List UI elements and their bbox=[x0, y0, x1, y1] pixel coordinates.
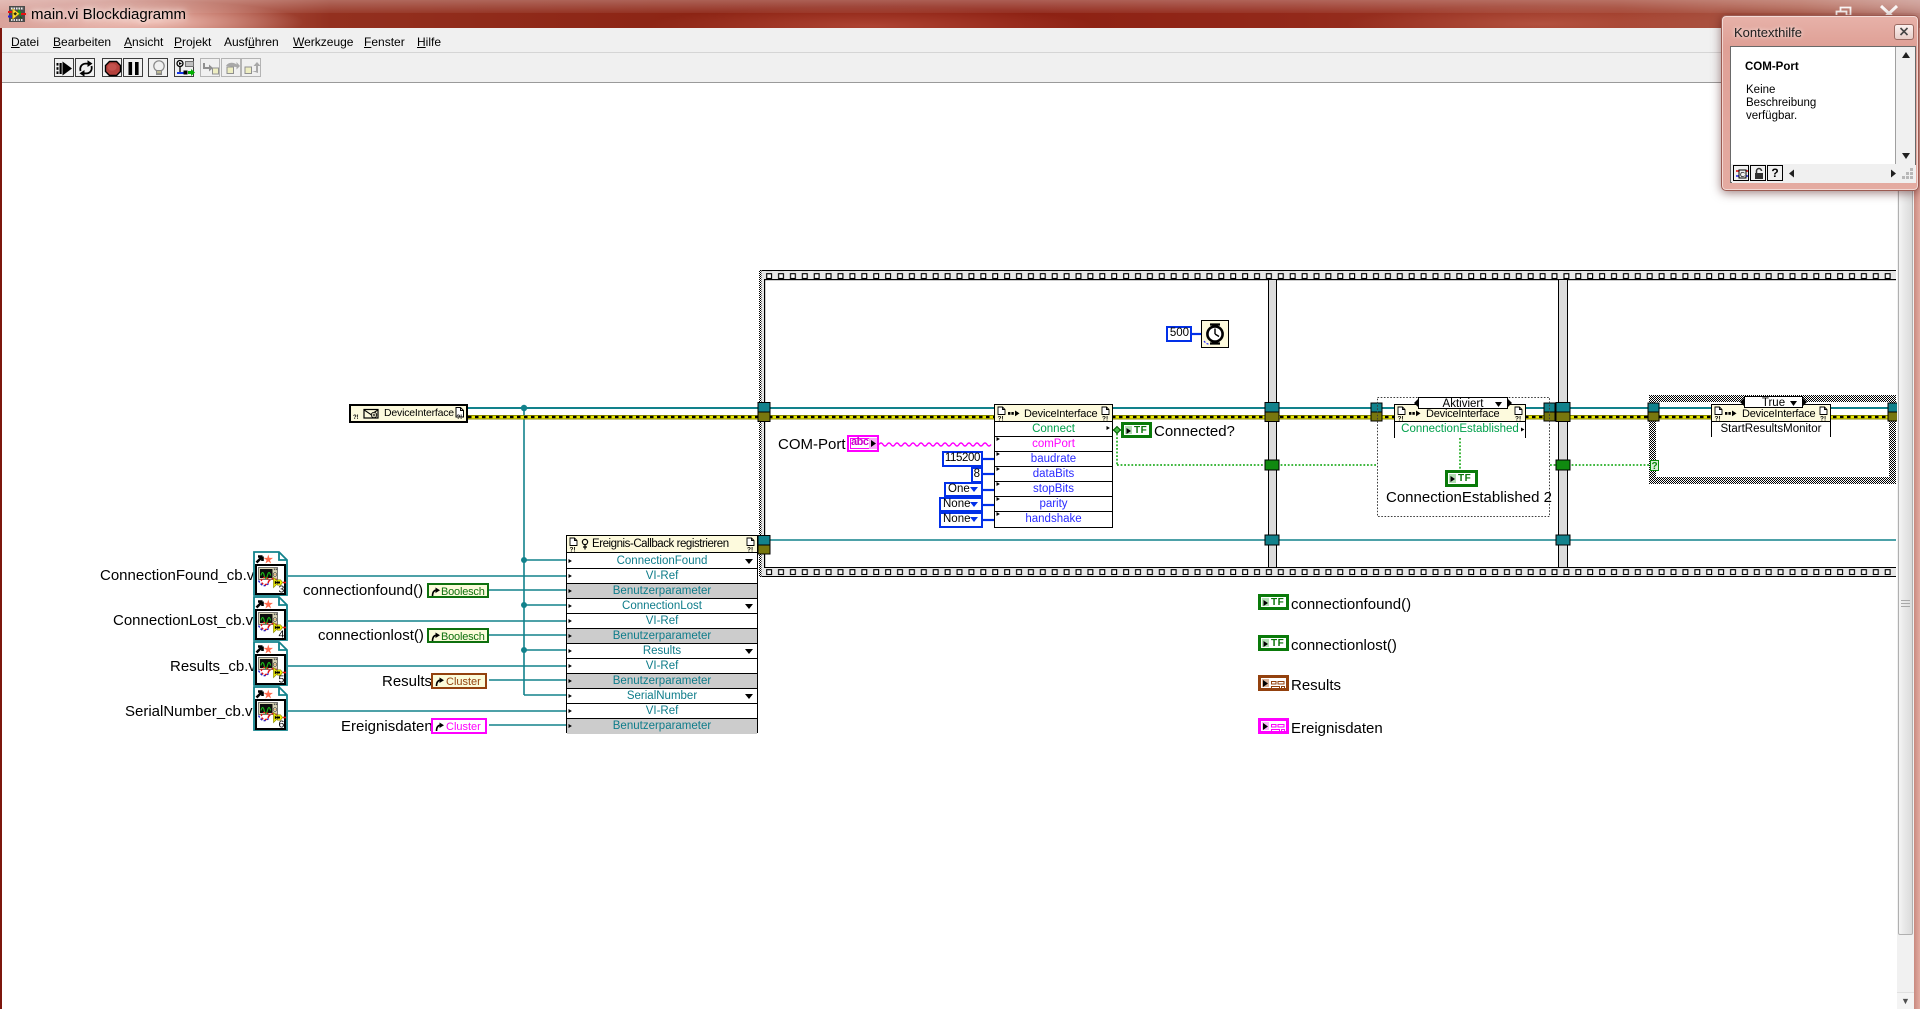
svg-text:3: 3 bbox=[279, 584, 285, 596]
svg-text:6: 6 bbox=[279, 719, 285, 731]
svg-text:?!: ?! bbox=[1102, 416, 1108, 422]
svg-text:?!: ?! bbox=[570, 547, 576, 553]
svg-text:?!: ?! bbox=[1820, 416, 1826, 422]
svg-text:?!: ?! bbox=[998, 416, 1004, 422]
svg-text:4: 4 bbox=[279, 629, 285, 641]
svg-text:?!: ?! bbox=[1715, 416, 1721, 422]
svg-text:C: C bbox=[1740, 172, 1745, 179]
svg-text:?!: ?! bbox=[457, 415, 463, 421]
svg-text:?!: ?! bbox=[353, 415, 359, 421]
svg-text:5: 5 bbox=[279, 674, 285, 686]
svg-text:?!: ?! bbox=[747, 547, 753, 553]
